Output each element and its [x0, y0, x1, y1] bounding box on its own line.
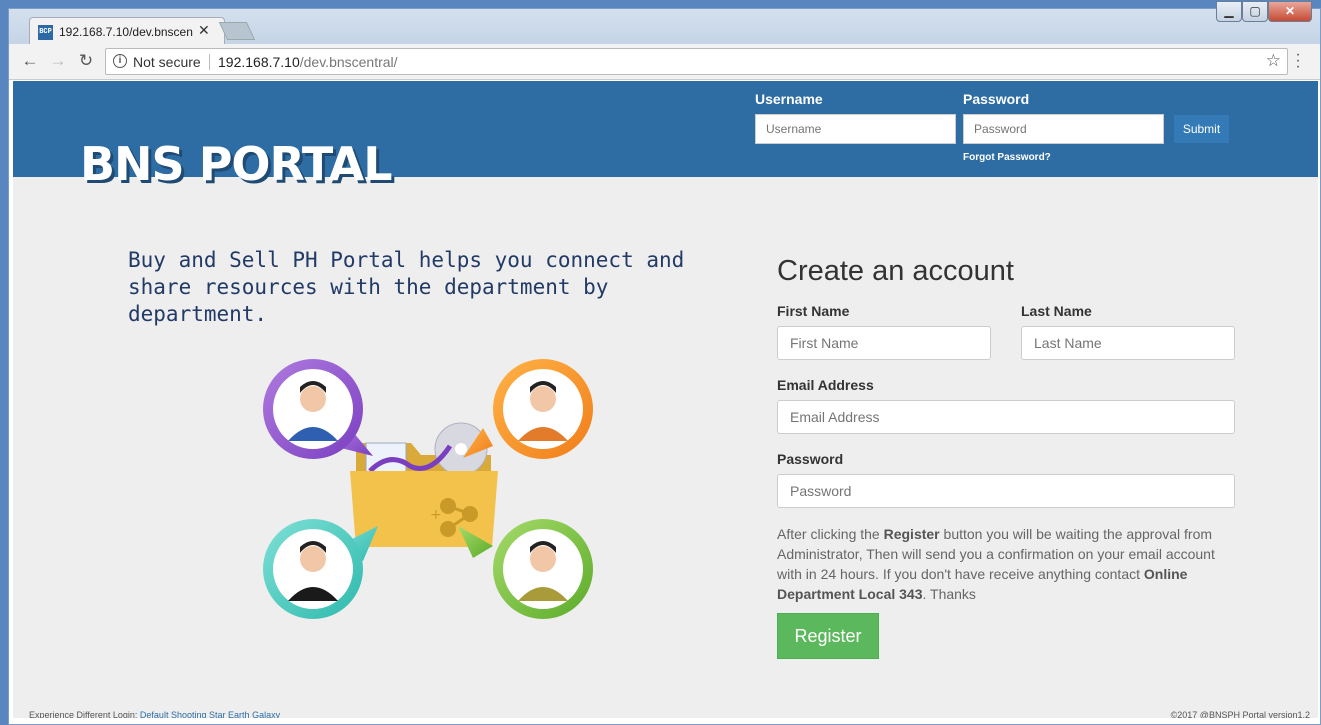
first-name-input[interactable] — [777, 326, 991, 360]
tab-close-icon[interactable]: ✕ — [198, 22, 210, 39]
browser-tab[interactable]: BCP 192.168.7.10/dev.bnscentral ✕ — [29, 17, 225, 45]
theme-link-galaxy[interactable]: Galaxy — [252, 710, 280, 718]
back-arrow-icon[interactable]: ← — [19, 51, 41, 71]
last-name-label: Last Name — [1021, 303, 1092, 319]
favicon-icon: BCP — [38, 25, 53, 40]
footer-login-themes: Experience Different Login: Default Shoo… — [29, 710, 280, 718]
header-username-input[interactable] — [755, 114, 956, 144]
last-name-input[interactable] — [1021, 326, 1235, 360]
theme-link-shooting-star[interactable]: Shooting Star — [171, 710, 226, 718]
intro-text: Buy and Sell PH Portal helps you connect… — [128, 248, 685, 326]
note-bold-register: Register — [883, 526, 940, 542]
page-content: BNS PORTAL Username Password Submit Forg… — [13, 81, 1318, 718]
url-text[interactable]: 192.168.7.10/dev.bnscentral/ — [218, 54, 398, 70]
forgot-password-link[interactable]: Forgot Password? — [963, 152, 1051, 163]
address-divider — [209, 54, 210, 70]
share-illustration: + — [263, 359, 593, 619]
address-bar[interactable]: i Not secure 192.168.7.10/dev.bnscentral… — [105, 48, 1288, 75]
email-label: Email Address — [777, 377, 874, 393]
url-host: 192.168.7.10 — [218, 54, 300, 70]
footer-copyright: ©2017 @BNSPH Portal version1.2 — [1170, 710, 1310, 718]
footer-prefix: Experience Different Login: — [29, 710, 138, 718]
menu-dots-icon[interactable]: · · · — [1292, 47, 1304, 75]
site-logo: BNS PORTAL — [80, 137, 393, 191]
email-input[interactable] — [777, 400, 1235, 434]
theme-link-earth[interactable]: Earth — [228, 710, 250, 718]
security-label: Not secure — [133, 54, 201, 70]
reload-icon[interactable]: ↻ — [75, 51, 97, 71]
info-icon[interactable]: i — [113, 54, 127, 68]
tab-title: 192.168.7.10/dev.bnscentral — [59, 25, 193, 39]
site-header: BNS PORTAL Username Password Submit Forg… — [13, 81, 1318, 191]
header-password-input[interactable] — [963, 114, 1164, 144]
svg-text:+: + — [430, 507, 442, 523]
header-password-label: Password — [963, 91, 1030, 107]
register-button[interactable]: Register — [777, 613, 879, 659]
registration-note: After clicking the Register button you w… — [777, 524, 1227, 604]
note-text-3: . Thanks — [922, 586, 976, 602]
minimize-button[interactable]: ▁ — [1216, 1, 1242, 22]
password-input[interactable] — [777, 474, 1235, 508]
password-label: Password — [777, 451, 844, 467]
first-name-label: First Name — [777, 303, 850, 319]
person-bubble-purple-icon — [263, 359, 373, 459]
browser-toolbar: ← → ↻ i Not secure 192.168.7.10/dev.bnsc… — [9, 44, 1320, 80]
create-account-title: Create an account — [777, 255, 1014, 287]
forward-arrow-icon[interactable]: → — [47, 51, 69, 71]
theme-link-default[interactable]: Default — [140, 710, 169, 718]
maximize-button[interactable]: ▢ — [1242, 1, 1268, 22]
header-username-label: Username — [755, 91, 823, 107]
submit-button[interactable]: Submit — [1173, 114, 1230, 144]
note-text-1: After clicking the — [777, 526, 884, 542]
person-bubble-orange-icon — [463, 359, 593, 459]
url-path: /dev.bnscentral/ — [299, 54, 398, 70]
window-close-button[interactable]: ✕ — [1268, 1, 1312, 22]
title-bar: BCP 192.168.7.10/dev.bnscentral ✕ ▁ ▢ ✕ — [9, 1, 1320, 45]
bookmark-star-icon[interactable]: ☆ — [1266, 51, 1281, 71]
browser-window: BCP 192.168.7.10/dev.bnscentral ✕ ▁ ▢ ✕ … — [8, 1, 1321, 725]
